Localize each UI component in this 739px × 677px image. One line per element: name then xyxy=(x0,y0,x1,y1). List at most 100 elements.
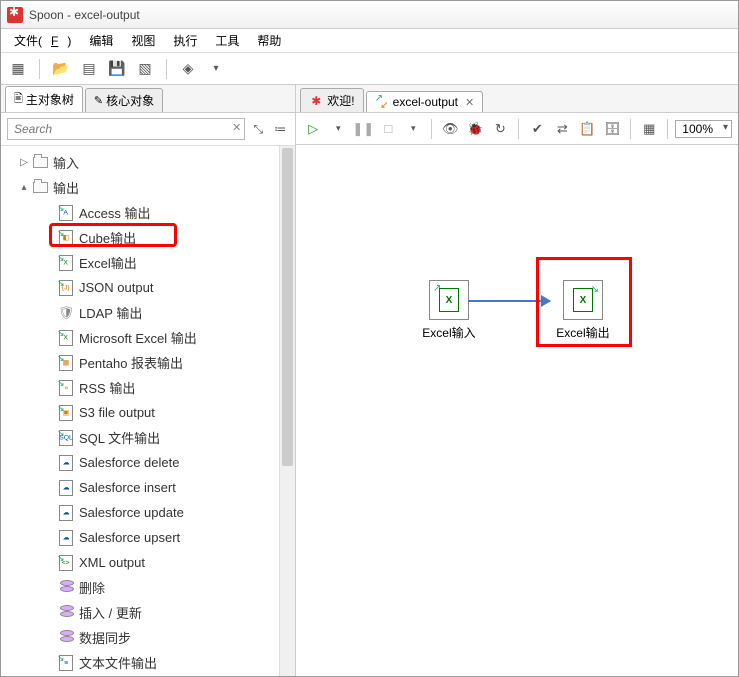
step-icon xyxy=(57,579,75,597)
tree-view: ▷ 输入 ▴ 输出 A↘Access 输出 ◧↘Cube输出 X↘Excel输出… xyxy=(1,146,295,676)
menu-tools[interactable]: 工具 xyxy=(206,30,248,51)
tree-item-textfile[interactable]: ≡↘文本文件输出 xyxy=(5,650,295,675)
tree-item-ldap[interactable]: 🛡LDAP 输出 xyxy=(5,300,295,325)
tab-main-tree[interactable]: 🖹 主对象树 xyxy=(5,86,83,112)
transformation-icon: ↗↙ xyxy=(375,95,389,109)
tree-item-insert-update[interactable]: 插入 / 更新 xyxy=(5,600,295,625)
tree-folder-output[interactable]: ▴ 输出 xyxy=(5,175,295,200)
impact-button[interactable]: ⇄ xyxy=(551,118,573,140)
step-icon xyxy=(57,604,75,622)
app-icon xyxy=(7,7,23,23)
open-button[interactable]: 📂 xyxy=(50,58,72,80)
zoom-select[interactable]: 100% xyxy=(675,120,732,138)
save-as-button[interactable]: ▧ xyxy=(134,58,156,80)
tree-item-sf-delete[interactable]: ☁Salesforce delete xyxy=(5,450,295,475)
tree-item-access[interactable]: A↘Access 输出 xyxy=(5,200,295,225)
tab-excel-output[interactable]: ↗↙ excel-output ✕ xyxy=(366,91,484,112)
step-icon: ☁ xyxy=(57,504,75,522)
debug-button[interactable]: 🐞 xyxy=(464,118,486,140)
menu-view[interactable]: 视图 xyxy=(122,30,164,51)
step-icon: ◧↘ xyxy=(57,229,75,247)
canvas-toolbar: ▷ ▾ ❚❚ □ ▾ 👁 🐞 ↻ ✔ ⇄ 📋 🗄 ▦ 100% xyxy=(296,113,738,145)
collapse-all-button[interactable]: ≔ xyxy=(271,120,289,138)
step-icon: X↘ xyxy=(57,254,75,272)
tree-folder-input[interactable]: ▷ 输入 xyxy=(5,150,295,175)
collapse-icon[interactable]: ▴ xyxy=(17,182,31,193)
save-button[interactable]: 💾 xyxy=(106,58,128,80)
sql-button[interactable]: 📋 xyxy=(576,118,598,140)
node-excel-output[interactable]: X ↘ Excel输出 xyxy=(556,280,609,341)
search-box: ✕ xyxy=(7,118,245,140)
tab-core-objects[interactable]: ✎ 核心对象 xyxy=(85,88,163,112)
sidebar-tabs: 🖹 主对象树 ✎ 核心对象 xyxy=(1,85,295,113)
tree-item-xml[interactable]: <>↘XML output xyxy=(5,550,295,575)
titlebar: Spoon - excel-output xyxy=(1,1,738,29)
step-icon: SQL↘ xyxy=(57,429,75,447)
close-tab-icon[interactable]: ✕ xyxy=(465,96,474,109)
content-tabs: ✱ 欢迎! ↗↙ excel-output ✕ xyxy=(296,85,738,113)
tree-item-sync[interactable]: 数据同步 xyxy=(5,625,295,650)
step-icon: ☁ xyxy=(57,479,75,497)
tree-item-sql[interactable]: SQL↘SQL 文件输出 xyxy=(5,425,295,450)
pause-button[interactable]: ❚❚ xyxy=(352,118,374,140)
step-icon: ≡↘ xyxy=(57,654,75,672)
canvas[interactable]: X ↗ Excel输入 X ↘ Excel输出 xyxy=(296,145,738,676)
step-icon: <>↘ xyxy=(57,554,75,572)
expand-all-button[interactable]: ⤡ xyxy=(249,120,267,138)
tree-item-delete[interactable]: 删除 xyxy=(5,575,295,600)
menubar: 文件(F) 编辑 视图 执行 工具 帮助 xyxy=(1,29,738,53)
perspective-button[interactable]: ◈ xyxy=(177,58,199,80)
tab-welcome[interactable]: ✱ 欢迎! xyxy=(300,88,363,112)
node-icon: X ↘ xyxy=(563,280,603,320)
tree-item-sf-insert[interactable]: ☁Salesforce insert xyxy=(5,475,295,500)
explore-button[interactable]: ▤ xyxy=(78,58,100,80)
node-label: Excel输出 xyxy=(556,324,609,341)
new-transformation-button[interactable]: ▦ xyxy=(7,58,29,80)
clear-search-icon[interactable]: ✕ xyxy=(232,121,241,134)
explore-db-button[interactable]: 🗄 xyxy=(601,118,623,140)
node-excel-input[interactable]: X ↗ Excel输入 xyxy=(422,280,475,341)
verify-button[interactable]: ✔ xyxy=(526,118,548,140)
step-icon: A↘ xyxy=(57,204,75,222)
window-title: Spoon - excel-output xyxy=(29,8,140,22)
replay-button[interactable]: ↻ xyxy=(489,118,511,140)
stop-button[interactable]: □ xyxy=(377,118,399,140)
step-icon: ▦↘ xyxy=(57,354,75,372)
step-icon: »↘ xyxy=(57,379,75,397)
menu-edit[interactable]: 编辑 xyxy=(80,30,122,51)
search-input[interactable] xyxy=(7,118,245,140)
menu-run[interactable]: 执行 xyxy=(164,30,206,51)
step-icon: X↘ xyxy=(57,329,75,347)
content-area: ✱ 欢迎! ↗↙ excel-output ✕ ▷ ▾ ❚❚ □ ▾ 👁 🐞 ↻… xyxy=(296,85,738,676)
step-icon: ☁ xyxy=(57,454,75,472)
tree-scrollbar[interactable] xyxy=(279,146,295,676)
tree-item-json[interactable]: {J}↘JSON output xyxy=(5,275,295,300)
tree-item-s3[interactable]: ▣↘S3 file output xyxy=(5,400,295,425)
main-area: 🖹 主对象树 ✎ 核心对象 ✕ ⤡ ≔ ▷ 输入 ▴ xyxy=(1,85,738,676)
expand-icon[interactable]: ▷ xyxy=(17,157,31,168)
step-icon: {J}↘ xyxy=(57,279,75,297)
tree-item-pentaho[interactable]: ▦↘Pentaho 报表输出 xyxy=(5,350,295,375)
stop-dropdown[interactable]: ▾ xyxy=(402,118,424,140)
search-row: ✕ ⤡ ≔ xyxy=(1,113,295,146)
run-options-dropdown[interactable]: ▾ xyxy=(327,118,349,140)
tree-item-msexcel[interactable]: X↘Microsoft Excel 输出 xyxy=(5,325,295,350)
show-results-button[interactable]: ▦ xyxy=(638,118,660,140)
menu-file[interactable]: 文件(F) xyxy=(5,30,80,51)
tree-item-rss[interactable]: »↘RSS 输出 xyxy=(5,375,295,400)
tree-item-excel[interactable]: X↘Excel输出 xyxy=(5,250,295,275)
tree-item-sf-update[interactable]: ☁Salesforce update xyxy=(5,500,295,525)
main-toolbar: ▦ 📂 ▤ 💾 ▧ ◈ ▾ xyxy=(1,53,738,85)
perspective-dropdown[interactable]: ▾ xyxy=(205,58,227,80)
run-button[interactable]: ▷ xyxy=(302,118,324,140)
node-label: Excel输入 xyxy=(422,324,475,341)
menu-help[interactable]: 帮助 xyxy=(248,30,290,51)
welcome-icon: ✱ xyxy=(309,94,323,108)
tree-item-cube[interactable]: ◧↘Cube输出 xyxy=(5,225,295,250)
step-icon: 🛡 xyxy=(57,304,75,322)
hop-arrow[interactable] xyxy=(468,300,550,302)
tree-item-sf-upsert[interactable]: ☁Salesforce upsert xyxy=(5,525,295,550)
folder-icon xyxy=(31,179,49,197)
step-icon: ▣↘ xyxy=(57,404,75,422)
preview-button[interactable]: 👁 xyxy=(439,118,461,140)
